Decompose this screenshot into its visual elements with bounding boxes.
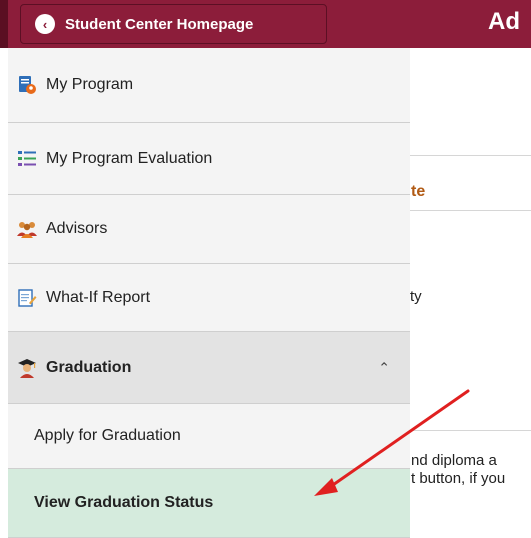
sidebar-item-view-graduation-status[interactable]: View Graduation Status	[8, 469, 410, 538]
content-divider	[410, 430, 531, 431]
sidebar-menu: My Program My Program Evaluation Advisor…	[8, 48, 410, 538]
content-text-fragment: t button, if you	[411, 470, 506, 487]
chevron-up-icon[interactable]: ⌃	[378, 359, 390, 376]
app-header: ‹ Student Center Homepage Ad	[0, 0, 531, 48]
program-document-icon	[16, 74, 38, 96]
back-chevron-icon: ‹	[35, 14, 55, 34]
sidebar-item-my-program-evaluation[interactable]: My Program Evaluation	[8, 123, 410, 195]
content-text-fragment: ty	[410, 288, 422, 305]
sidebar-group-graduation[interactable]: Graduation ⌃	[8, 332, 410, 404]
sidebar-item-label: View Graduation Status	[34, 494, 214, 511]
student-center-homepage-button[interactable]: ‹ Student Center Homepage	[20, 4, 327, 44]
homepage-button-label: Student Center Homepage	[65, 15, 254, 33]
content-divider	[410, 210, 531, 211]
report-edit-icon	[16, 287, 38, 309]
sidebar-group-label: Graduation	[46, 358, 132, 376]
sidebar-item-label: Apply for Graduation	[34, 427, 181, 444]
sidebar-item-label: My Program Evaluation	[46, 149, 213, 167]
content-heading-fragment: te	[411, 183, 426, 200]
evaluation-list-icon	[16, 148, 38, 170]
sidebar-item-what-if-report[interactable]: What-If Report	[8, 264, 410, 332]
sidebar-item-apply-for-graduation[interactable]: Apply for Graduation	[8, 404, 410, 469]
sidebar-item-advisors[interactable]: Advisors	[8, 195, 410, 264]
sidebar-item-label: What-If Report	[46, 288, 151, 306]
sidebar-item-my-program[interactable]: My Program	[8, 48, 410, 123]
content-text-fragment: nd diploma a	[411, 452, 497, 469]
sidebar-item-label: My Program	[46, 76, 134, 93]
content-divider	[410, 155, 531, 156]
sidebar-item-label: Advisors	[46, 220, 108, 237]
people-group-icon	[16, 218, 38, 240]
page-title: Ad	[488, 8, 520, 35]
header-edge	[0, 0, 8, 48]
graduate-icon	[16, 357, 38, 379]
